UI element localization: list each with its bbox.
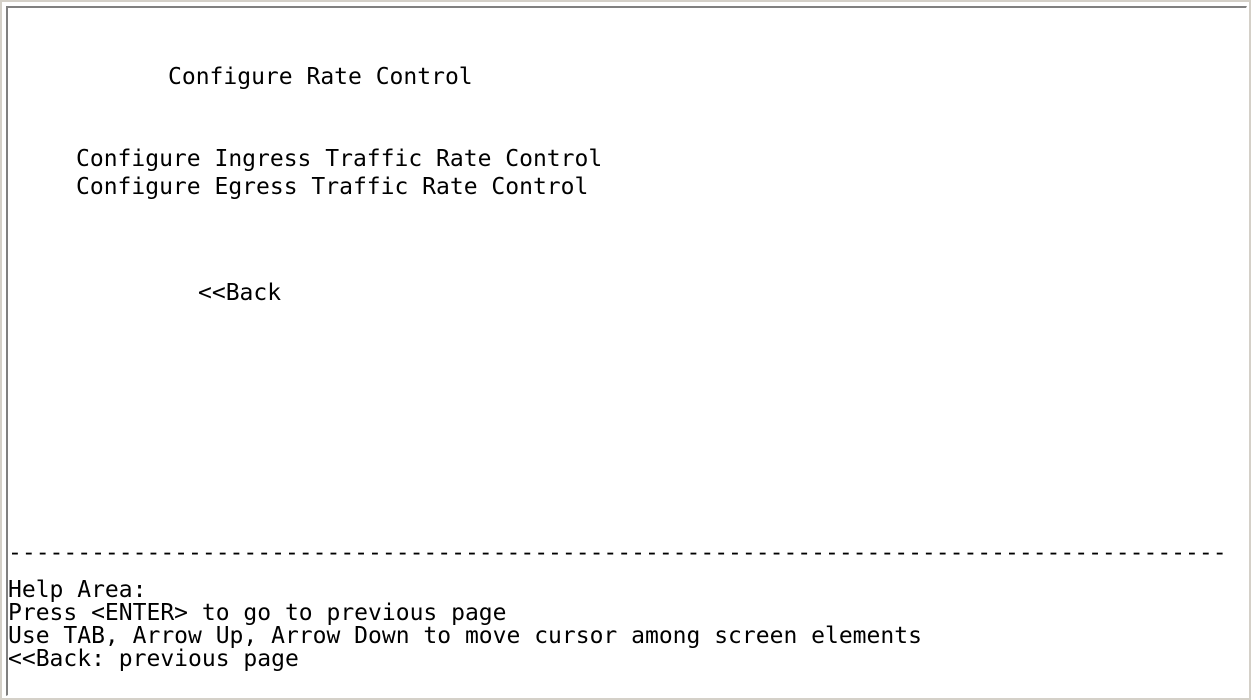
menu-item-ingress-rate-control[interactable]: Configure Ingress Traffic Rate Control	[76, 146, 602, 173]
help-line-back: <<Back: previous page	[8, 646, 299, 672]
separator-line: ----------------------------------------…	[8, 540, 1223, 566]
page-title: Configure Rate Control	[168, 64, 473, 90]
help-line-navigation: Use TAB, Arrow Up, Arrow Down to move cu…	[8, 623, 922, 649]
terminal-screen: Configure Rate Control Configure Ingress…	[6, 6, 1247, 696]
window-frame: Configure Rate Control Configure Ingress…	[0, 0, 1251, 700]
back-link[interactable]: <<Back	[198, 280, 281, 307]
help-area-title: Help Area:	[8, 577, 147, 603]
menu-item-egress-rate-control[interactable]: Configure Egress Traffic Rate Control	[76, 174, 588, 201]
help-line-enter: Press <ENTER> to go to previous page	[8, 600, 507, 626]
